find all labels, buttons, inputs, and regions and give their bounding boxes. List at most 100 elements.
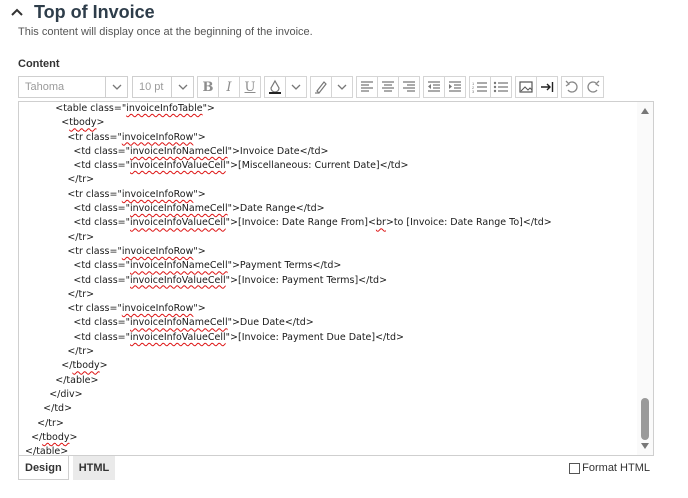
section-description: This content will display once at the be… — [18, 26, 313, 38]
align-left-button[interactable] — [356, 76, 378, 98]
code-text: </ — [19, 431, 43, 443]
scrollbar-thumb[interactable] — [641, 398, 649, 440]
redo-button[interactable] — [582, 76, 604, 98]
vertical-scrollbar[interactable] — [637, 102, 653, 455]
code-line: </tr> — [19, 231, 637, 245]
align-center-button[interactable] — [377, 76, 399, 98]
bullet-list-button[interactable] — [490, 76, 512, 98]
code-text: > — [96, 117, 105, 129]
misspelled-word: tbody — [42, 431, 70, 443]
font-color-button[interactable] — [264, 76, 286, 98]
code-text: ">[Invoice: Payment Due Date]</td> — [225, 331, 404, 343]
html-source-text[interactable]: <table class="invoiceInfoTable"> <tbody>… — [19, 102, 637, 455]
html-code-editor[interactable]: <table class="invoiceInfoTable"> <tbody>… — [18, 101, 654, 456]
misspelled-word: invoiceInfoRow — [121, 245, 194, 257]
misspelled-word: invoiceInfoValueCell — [130, 217, 226, 229]
code-text: </tr> — [19, 174, 95, 186]
code-text: <td class=" — [19, 331, 131, 343]
code-line: <td class="invoiceInfoNameCell">Due Date… — [19, 316, 637, 330]
code-line: <td class="invoiceInfoValueCell">[Invoic… — [19, 216, 637, 230]
outdent-icon — [428, 81, 440, 92]
code-text: </table> — [19, 374, 99, 386]
chevron-down-icon — [291, 84, 301, 90]
highlight-button[interactable] — [310, 76, 332, 98]
code-line: </tbody> — [19, 431, 637, 445]
align-left-icon — [361, 81, 373, 92]
highlighter-icon — [315, 81, 327, 94]
indent-button[interactable] — [444, 76, 466, 98]
code-text: ">Date Range</td> — [227, 203, 325, 215]
image-icon — [519, 81, 533, 93]
misspelled-word: br — [375, 217, 386, 229]
code-text: ">[Invoice: Date Range From]< — [225, 217, 376, 229]
chevron-down-icon — [178, 84, 187, 90]
code-text: > — [69, 431, 78, 443]
code-text: "> — [193, 188, 206, 200]
svg-text:3: 3 — [472, 89, 475, 93]
scroll-down-icon[interactable] — [637, 439, 653, 453]
code-line: <td class="invoiceInfoNameCell">Invoice … — [19, 145, 637, 159]
code-line: <table class="invoiceInfoTable"> — [19, 102, 637, 116]
font-size-dropdown-button[interactable] — [172, 76, 194, 98]
code-line: <td class="invoiceInfoNameCell">Payment … — [19, 259, 637, 273]
section-title: Top of Invoice — [34, 1, 155, 22]
section-header[interactable]: Top of Invoice — [8, 0, 155, 24]
arrow-to-bar-icon — [541, 82, 554, 92]
format-html-checkbox[interactable] — [569, 462, 581, 474]
align-right-button[interactable] — [398, 76, 420, 98]
tab-html[interactable]: HTML — [72, 456, 116, 480]
editor-toolbar: Tahoma 10 pt B I U 123 — [18, 75, 640, 99]
code-text: </tr> — [19, 231, 95, 243]
misspelled-word: invoiceInfoNameCell — [130, 260, 228, 272]
numbered-list-button[interactable]: 123 — [469, 76, 491, 98]
misspelled-word: invoiceInfoValueCell — [130, 274, 226, 286]
code-line: <tr class="invoiceInfoRow"> — [19, 188, 637, 202]
code-text: </tr> — [19, 346, 95, 358]
code-text: </tr> — [19, 288, 95, 300]
code-text: <td class=" — [19, 217, 131, 229]
code-text: <td class=" — [19, 160, 131, 172]
code-text: "> — [193, 131, 206, 143]
code-line: </tr> — [19, 288, 637, 302]
code-text: "> — [193, 245, 206, 257]
highlight-dropdown-button[interactable] — [331, 76, 353, 98]
code-text: <table class=" — [19, 103, 127, 114]
bold-button[interactable]: B — [197, 76, 219, 98]
code-line: </tr> — [19, 417, 637, 431]
italic-button[interactable]: I — [218, 76, 240, 98]
code-text: ">[Invoice: Payment Terms]</td> — [225, 274, 388, 286]
scroll-up-icon[interactable] — [637, 104, 653, 118]
misspelled-word: tbody — [72, 360, 100, 372]
chevron-down-icon — [337, 84, 347, 90]
code-line: </td> — [19, 402, 637, 416]
editor-mode-tabs: Design HTML — [18, 456, 116, 480]
code-line: <tbody> — [19, 116, 637, 130]
font-color-dropdown-button[interactable] — [285, 76, 307, 98]
code-text: </td> — [19, 403, 73, 415]
underline-button[interactable]: U — [239, 76, 261, 98]
insert-field-button[interactable] — [536, 76, 558, 98]
code-line: <tr class="invoiceInfoRow"> — [19, 302, 637, 316]
undo-button[interactable] — [561, 76, 583, 98]
tab-design[interactable]: Design — [18, 456, 69, 480]
insert-image-button[interactable] — [515, 76, 537, 98]
code-text: <tr class=" — [19, 303, 122, 315]
misspelled-word: invoiceInfoNameCell — [130, 145, 228, 157]
font-family-dropdown-button[interactable] — [106, 76, 128, 98]
format-html-option[interactable]: Format HTML — [569, 462, 650, 474]
code-text: </ — [19, 360, 73, 372]
font-family-select[interactable]: Tahoma — [18, 76, 106, 98]
code-text: <tr class=" — [19, 131, 122, 143]
code-text: </div> — [19, 388, 83, 400]
code-line: </tr> — [19, 345, 637, 359]
code-text: <td class=" — [19, 145, 131, 157]
chevron-up-icon[interactable] — [8, 3, 26, 21]
align-center-icon — [382, 81, 394, 92]
code-text: ">[Miscellaneous: Current Date]</td> — [225, 160, 409, 172]
code-line: <tr class="invoiceInfoRow"> — [19, 245, 637, 259]
misspelled-word: tbody — [69, 117, 97, 129]
outdent-button[interactable] — [423, 76, 445, 98]
code-line: <td class="invoiceInfoValueCell">[Invoic… — [19, 331, 637, 345]
font-size-select[interactable]: 10 pt — [132, 76, 172, 98]
format-html-label: Format HTML — [582, 462, 650, 474]
